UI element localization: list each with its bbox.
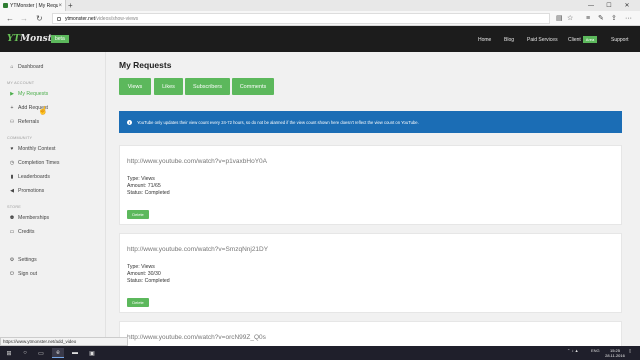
sidebar-item-dashboard[interactable]: ⌂ Dashboard — [8, 64, 43, 70]
sidebar-item-referrals[interactable]: ⚇ Referrals — [8, 119, 39, 125]
language-indicator[interactable]: ENG — [591, 348, 600, 353]
info-icon: i — [127, 119, 132, 125]
browser-status-url: https://www.ytmonster.net/add_video — [0, 337, 128, 346]
url-host: ytmonster.net — [65, 15, 96, 22]
share-icon[interactable]: ⇪ — [611, 14, 617, 23]
sidebar-item-credits[interactable]: ▭ Credits — [8, 229, 35, 235]
ytmonster-favicon-icon — [3, 3, 8, 8]
delete-button[interactable]: Delete — [127, 298, 149, 307]
favorites-star-icon[interactable]: ☆ — [567, 14, 573, 23]
nav-paid-services[interactable]: Paid Services — [527, 37, 558, 43]
request-card: http://www.youtube.com/watch?v=SmzqNnj21… — [119, 233, 622, 313]
url-path: /videos/show-views — [95, 15, 139, 22]
start-windows-icon[interactable]: ⊞ — [3, 348, 15, 358]
sidebar-item-memberships[interactable]: ⚉ Memberships — [8, 215, 49, 221]
request-card: http://www.youtube.com/watch?v=orcN99Z_Q… — [119, 321, 622, 346]
power-icon: ⏻ — [10, 271, 14, 277]
request-amount: Amount: 71/65 — [127, 183, 161, 189]
nav-home[interactable]: Home — [478, 37, 491, 43]
lock-icon — [57, 16, 61, 21]
notifications-icon[interactable]: ▯ — [629, 348, 631, 353]
clock-date: 28.11.2016 — [605, 353, 625, 358]
request-amount: Amount: 30/30 — [127, 271, 161, 277]
minimize-button[interactable]: — — [584, 0, 598, 11]
sidebar-item-completion-times[interactable]: ◷ Completion Times — [8, 160, 60, 166]
main-content: My Requests Views Likes Subscribers Comm… — [106, 52, 640, 346]
request-url[interactable]: http://www.youtube.com/watch?v=p1vaxbHoY… — [127, 158, 267, 165]
sidebar-item-leaderboards[interactable]: ▮ Leaderboards — [8, 174, 50, 180]
plus-icon: + — [10, 105, 14, 111]
filter-views-button[interactable]: Views — [119, 78, 151, 95]
user-plus-icon: ⚇ — [9, 119, 15, 125]
delete-button[interactable]: Delete — [127, 210, 149, 219]
sidebar-section-account: MY ACCOUNT — [7, 81, 35, 85]
file-explorer-icon[interactable]: ▬ — [69, 348, 81, 358]
taskbar: ⊞ ○ ▭ e ▬ ▣ ⌃ ♪ ▲ ENG 15:25 28.11.2016 ▯ — [0, 346, 640, 360]
sidebar-section-community: COMMUNITY — [7, 136, 33, 140]
sidebar-item-my-requests[interactable]: ▶ My Requests — [8, 91, 48, 97]
sidebar-item-settings[interactable]: ⚙ Settings — [8, 257, 37, 263]
browser-navbar: ← → ↻ ytmonster.net /videos/show-views ▤… — [0, 11, 640, 26]
sidebar-item-sign-out[interactable]: ⏻ Sign out — [8, 271, 37, 277]
pen-icon[interactable]: ✎ — [598, 14, 604, 23]
reading-view-icon[interactable]: ▤ — [556, 14, 563, 23]
page-title: My Requests — [119, 60, 172, 70]
request-type: Type: Views — [127, 264, 155, 270]
edge-browser-icon[interactable]: e — [52, 348, 64, 358]
forward-icon[interactable]: → — [20, 14, 28, 23]
users-icon: ⚉ — [9, 215, 15, 221]
credit-card-icon: ▭ — [9, 229, 15, 235]
clock-icon: ◷ — [9, 160, 15, 166]
request-status: Status: Completed — [127, 278, 170, 284]
maximize-button[interactable]: ☐ — [602, 0, 616, 11]
app-icon[interactable]: ▣ — [86, 348, 98, 358]
browser-tab[interactable]: YTMonster | My Reques × — [0, 0, 66, 11]
more-icon[interactable]: ··· — [625, 14, 632, 23]
filter-subscribers-button[interactable]: Subscribers — [185, 78, 230, 95]
tab-close-icon[interactable]: × — [58, 3, 62, 9]
request-type: Type: Views — [127, 176, 155, 182]
mouse-cursor-icon: ☝ — [38, 106, 48, 115]
reload-icon[interactable]: ↻ — [36, 14, 43, 23]
megaphone-icon: ◀ — [10, 188, 14, 194]
info-alert: i YouTube only updates their view count … — [119, 111, 622, 133]
sidebar-item-promotions[interactable]: ◀ Promotions — [8, 188, 44, 194]
filter-comments-button[interactable]: Comments — [232, 78, 274, 95]
taskbar-clock[interactable]: 15:25 28.11.2016 — [603, 348, 627, 358]
nav-client-area[interactable]: Client Area — [568, 36, 598, 43]
request-status: Status: Completed — [127, 190, 170, 196]
sidebar-section-store: STORE — [7, 205, 22, 209]
heart-icon: ♥ — [10, 146, 14, 152]
back-icon[interactable]: ← — [6, 14, 14, 23]
tab-title: YTMonster | My Reques — [10, 2, 59, 9]
search-icon[interactable]: ○ — [19, 348, 31, 358]
bar-chart-icon: ▮ — [10, 174, 14, 180]
request-card: http://www.youtube.com/watch?v=p1vaxbHoY… — [119, 145, 622, 225]
client-area-badge: Area — [582, 36, 598, 43]
filter-likes-button[interactable]: Likes — [154, 78, 183, 95]
task-view-icon[interactable]: ▭ — [35, 348, 47, 358]
nav-blog[interactable]: Blog — [504, 37, 514, 43]
browser-tabstrip: YTMonster | My Reques × + — ☐ ✕ — [0, 0, 640, 11]
close-window-button[interactable]: ✕ — [620, 0, 634, 11]
new-tab-button[interactable]: + — [68, 1, 73, 10]
info-alert-text: YouTube only updates their view count ev… — [137, 119, 419, 125]
address-bar[interactable]: ytmonster.net /videos/show-views — [52, 13, 550, 24]
request-url[interactable]: http://www.youtube.com/watch?v=SmzqNnj21… — [127, 246, 268, 253]
hub-icon[interactable]: ≡ — [586, 14, 590, 23]
beta-badge: beta — [51, 35, 69, 43]
sidebar: ⌂ Dashboard MY ACCOUNT ▶ My Requests + Add … — [0, 52, 106, 346]
site-header: YTMonster beta Home Blog Paid Services C… — [0, 26, 640, 52]
nav-support[interactable]: Support — [611, 37, 629, 43]
system-tray-icons[interactable]: ⌃ ♪ ▲ — [567, 348, 579, 353]
play-icon: ▶ — [10, 91, 14, 97]
home-icon: ⌂ — [10, 64, 14, 70]
gear-icon: ⚙ — [9, 257, 15, 263]
sidebar-item-monthly-contest[interactable]: ♥ Monthly Contest — [8, 146, 56, 152]
request-url[interactable]: http://www.youtube.com/watch?v=orcN99Z_Q… — [127, 334, 266, 341]
